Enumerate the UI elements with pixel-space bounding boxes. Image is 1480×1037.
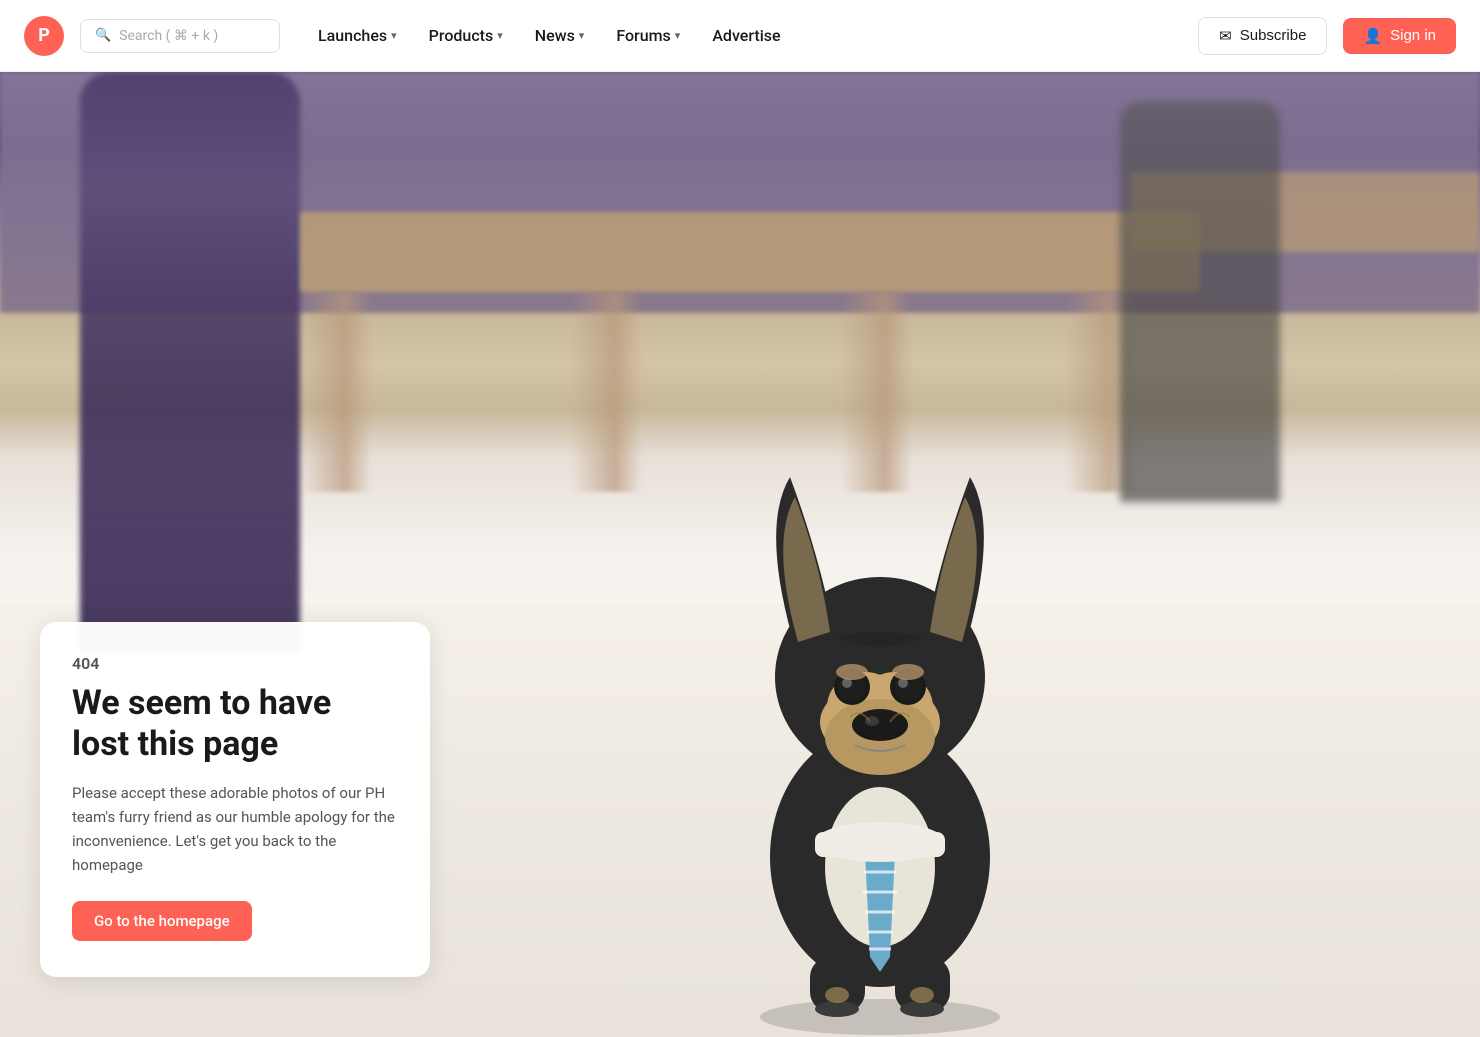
nav-item-products[interactable]: Products ▾ [415, 18, 517, 53]
subscribe-icon: ✉ [1219, 27, 1232, 45]
nav-item-forums[interactable]: Forums ▾ [602, 18, 694, 53]
chevron-down-icon: ▾ [497, 29, 503, 42]
search-box[interactable]: 🔍 Search ( ⌘ + k ) [80, 19, 280, 53]
user-icon: 👤 [1363, 27, 1382, 45]
chevron-down-icon: ▾ [579, 29, 585, 42]
nav-item-news[interactable]: News ▾ [521, 18, 599, 53]
error-card: 404 We seem to have lost this page Pleas… [40, 622, 430, 977]
bg-person-right [1120, 102, 1280, 502]
error-code: 404 [72, 654, 398, 673]
chevron-down-icon: ▾ [675, 29, 681, 42]
hero-section: 404 We seem to have lost this page Pleas… [0, 72, 1480, 1037]
nav-item-launches[interactable]: Launches ▾ [304, 18, 411, 53]
dog-image [680, 277, 1080, 1037]
go-to-homepage-button[interactable]: Go to the homepage [72, 901, 252, 941]
search-icon: 🔍 [95, 28, 111, 43]
nav-links: Launches ▾ Products ▾ News ▾ Forums ▾ Ad… [304, 18, 795, 53]
subscribe-button[interactable]: ✉ Subscribe [1198, 17, 1327, 55]
logo[interactable]: P [24, 16, 64, 56]
error-description: Please accept these adorable photos of o… [72, 781, 398, 877]
bg-person-left [80, 72, 300, 652]
navigation: P 🔍 Search ( ⌘ + k ) Launches ▾ Products… [0, 0, 1480, 72]
chevron-down-icon: ▾ [391, 29, 397, 42]
error-title: We seem to have lost this page [72, 683, 398, 765]
nav-item-advertise[interactable]: Advertise [698, 18, 794, 53]
search-placeholder: Search ( ⌘ + k ) [119, 28, 218, 44]
signin-button[interactable]: 👤 Sign in [1343, 18, 1456, 54]
